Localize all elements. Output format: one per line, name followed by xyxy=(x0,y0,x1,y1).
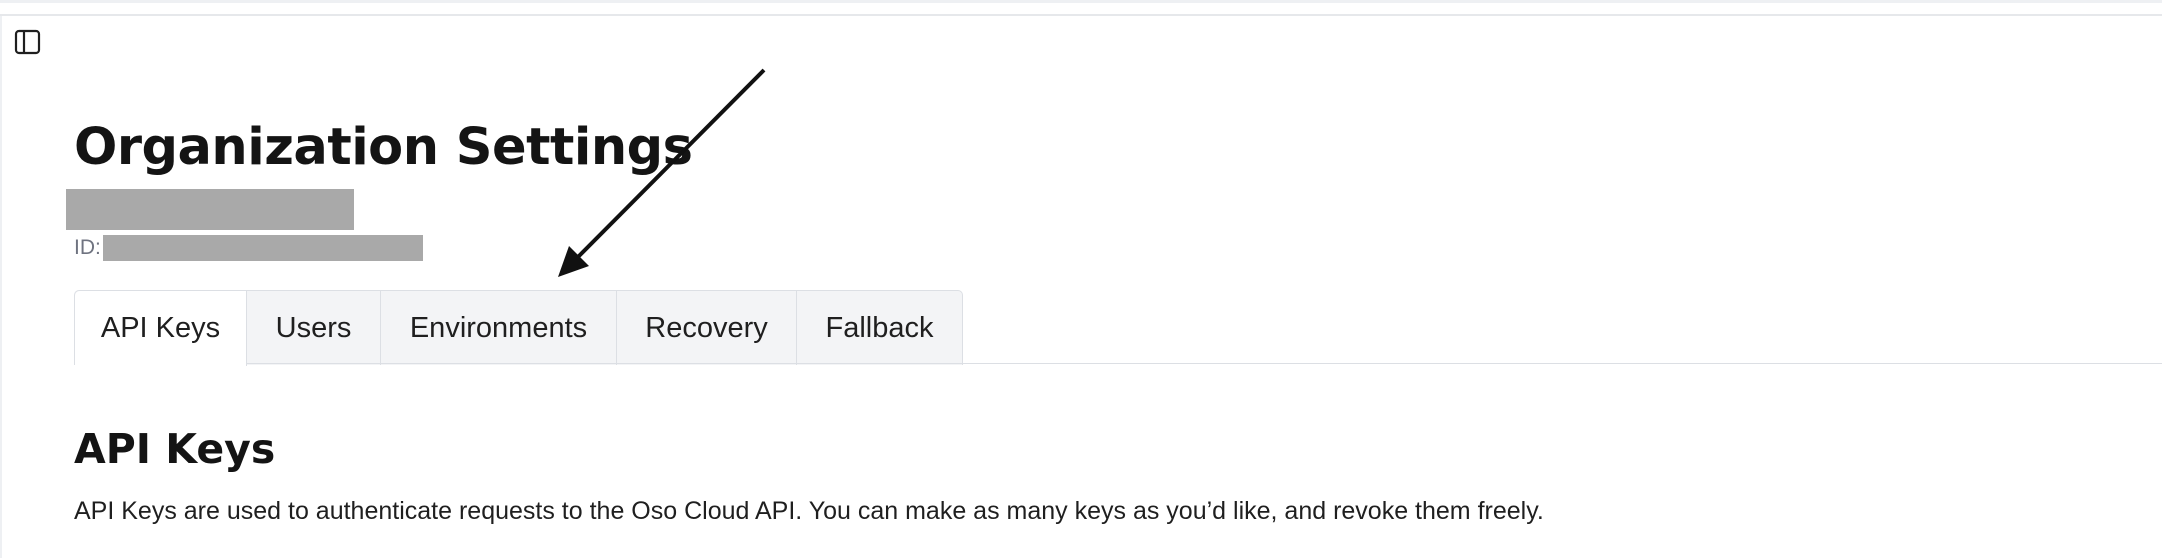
tab-label: API Keys xyxy=(100,312,221,344)
tab-label: Recovery xyxy=(645,311,768,344)
header-divider xyxy=(0,14,2162,16)
redacted-organization-id xyxy=(102,235,423,261)
sidebar-toggle-button[interactable] xyxy=(14,29,42,55)
tab-fallback[interactable]: Fallback xyxy=(797,291,962,365)
organization-id-row: ID: xyxy=(74,234,423,262)
top-border xyxy=(0,0,2162,3)
tab-api-keys[interactable]: API Keys xyxy=(75,291,247,366)
tab-label: Fallback xyxy=(825,311,934,344)
tab-users[interactable]: Users xyxy=(247,291,381,365)
tab-label: Users xyxy=(275,311,352,344)
page-frame: Organization Settings ID: API Keys Users… xyxy=(0,0,2162,558)
sidebar-panel-icon xyxy=(14,29,41,55)
organization-id-label: ID: xyxy=(74,236,101,259)
page-title: Organization Settings xyxy=(74,118,693,177)
tab-label: Environments xyxy=(409,311,588,344)
tab-recovery[interactable]: Recovery xyxy=(617,291,797,365)
tab-environments[interactable]: Environments xyxy=(381,291,617,365)
annotation-arrow xyxy=(558,68,766,277)
tabs-divider xyxy=(74,363,2162,364)
section-title: API Keys xyxy=(74,425,276,473)
left-border xyxy=(0,16,2,558)
settings-tabs: API Keys Users Environments Recovery Fal… xyxy=(74,290,963,366)
redacted-organization-name xyxy=(66,189,354,230)
section-description: API Keys are used to authenticate reques… xyxy=(74,497,1544,525)
